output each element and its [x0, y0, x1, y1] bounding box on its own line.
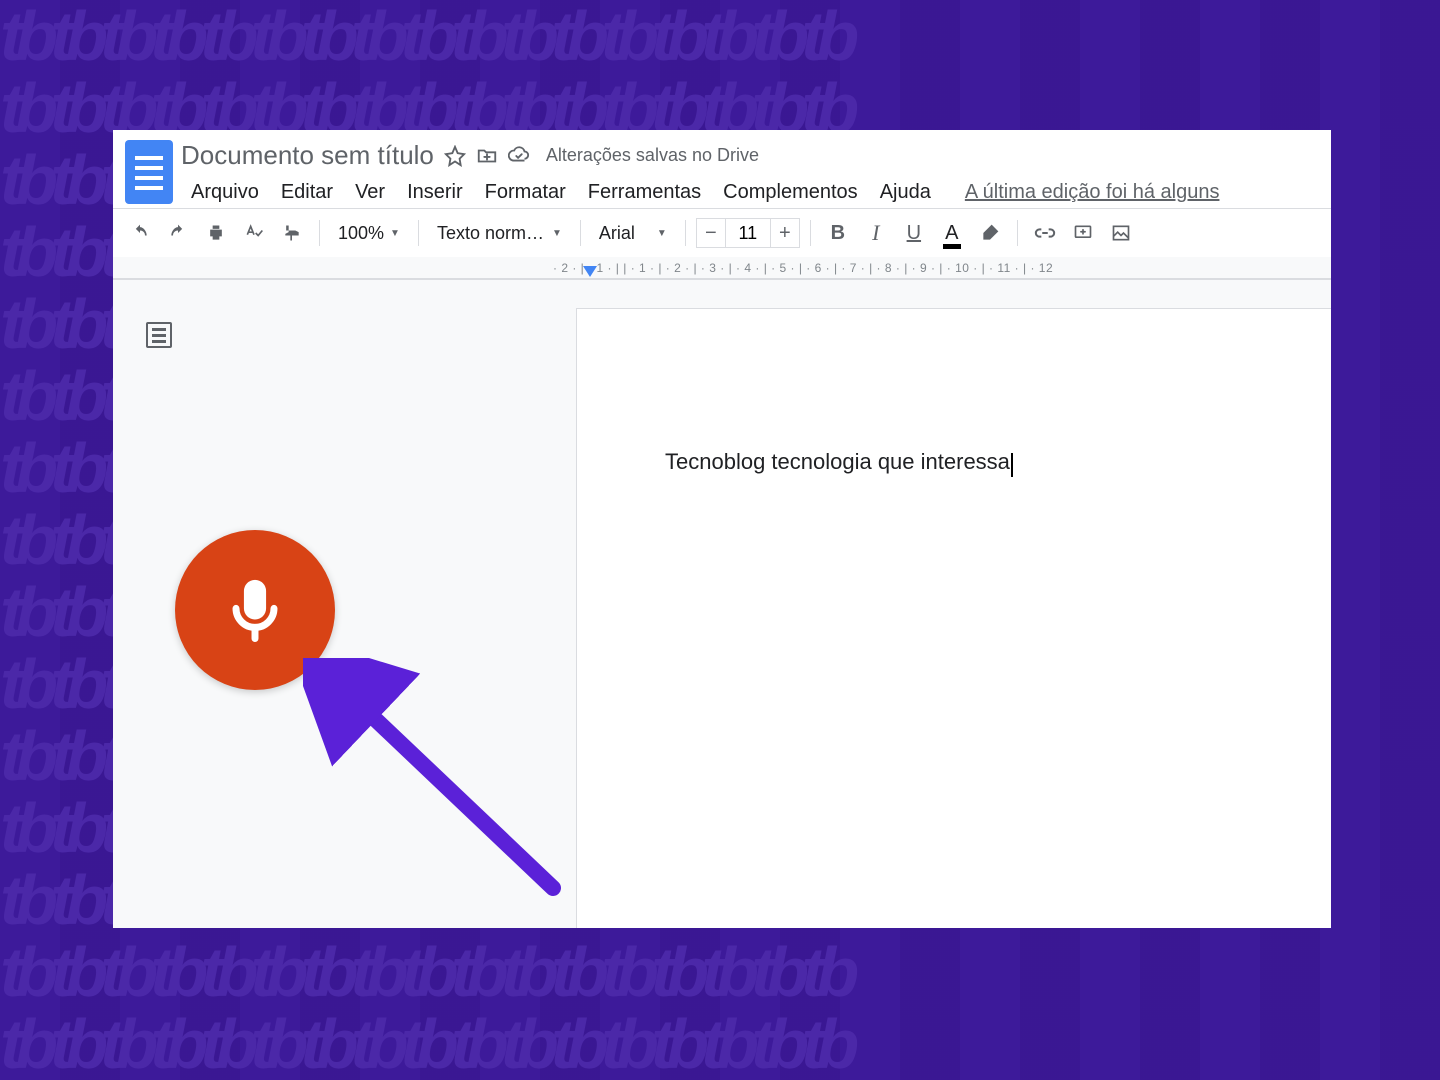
undo-button[interactable]: [123, 216, 157, 250]
menu-help[interactable]: Ajuda: [870, 177, 941, 208]
menu-format[interactable]: Formatar: [475, 177, 576, 208]
menu-insert[interactable]: Inserir: [397, 177, 473, 208]
toolbar: 100% ▼ Texto norm… ▼ Arial ▼ − + B I U: [113, 209, 1331, 257]
document-text[interactable]: Tecnoblog tecnologia que interessa: [665, 449, 1010, 474]
font-size-decrease[interactable]: −: [696, 218, 726, 248]
menu-file[interactable]: Arquivo: [181, 177, 269, 208]
font-family-select[interactable]: Arial ▼: [591, 223, 675, 244]
microphone-icon: [217, 572, 293, 648]
font-size-control: − +: [696, 218, 800, 248]
last-edit-link[interactable]: A última edição foi há alguns: [965, 181, 1220, 204]
highlight-color-button[interactable]: [973, 216, 1007, 250]
caret-down-icon: ▼: [552, 228, 562, 239]
font-family-label: Arial: [599, 223, 635, 244]
cloud-saved-icon[interactable]: [508, 145, 530, 167]
header-center: Documento sem título Alterações salvas n…: [181, 140, 1323, 208]
redo-button[interactable]: [161, 216, 195, 250]
workspace: Tecnoblog tecnologia que interessa: [113, 280, 1331, 928]
add-comment-button[interactable]: [1066, 216, 1100, 250]
menu-tools[interactable]: Ferramentas: [578, 177, 711, 208]
save-status: Alterações salvas no Drive: [546, 145, 759, 166]
menu-view[interactable]: Ver: [345, 177, 395, 208]
caret-down-icon: ▼: [657, 228, 667, 239]
indent-marker-icon[interactable]: [583, 266, 597, 277]
annotation-arrow-icon: [303, 658, 583, 928]
document-title[interactable]: Documento sem título: [181, 140, 434, 171]
font-size-input[interactable]: [726, 218, 770, 248]
google-docs-window: Documento sem título Alterações salvas n…: [113, 130, 1331, 928]
paragraph-style-select[interactable]: Texto norm… ▼: [429, 223, 570, 244]
ruler-marks: · 2 · | · 1 · | | · 1 · | · 2 · | · 3 · …: [553, 261, 1053, 275]
voice-typing-button[interactable]: [175, 530, 335, 690]
text-color-button[interactable]: A: [935, 216, 969, 250]
caret-down-icon: ▼: [390, 228, 400, 239]
separator: [418, 220, 419, 246]
separator: [580, 220, 581, 246]
insert-link-button[interactable]: [1028, 216, 1062, 250]
text-cursor: [1011, 453, 1013, 477]
underline-button[interactable]: U: [897, 216, 931, 250]
star-icon[interactable]: [444, 145, 466, 167]
bold-button[interactable]: B: [821, 216, 855, 250]
menubar: Arquivo Editar Ver Inserir Formatar Ferr…: [181, 177, 1323, 208]
zoom-value: 100%: [338, 223, 384, 244]
document-page[interactable]: Tecnoblog tecnologia que interessa: [576, 308, 1331, 928]
insert-image-button[interactable]: [1104, 216, 1138, 250]
docs-logo-icon[interactable]: [125, 140, 173, 204]
separator: [810, 220, 811, 246]
document-outline-icon[interactable]: [146, 322, 172, 348]
separator: [319, 220, 320, 246]
separator: [1017, 220, 1018, 246]
title-row: Documento sem título Alterações salvas n…: [181, 140, 1323, 171]
move-to-folder-icon[interactable]: [476, 145, 498, 167]
horizontal-ruler[interactable]: · 2 · | · 1 · | | · 1 · | · 2 · | · 3 · …: [113, 257, 1331, 279]
toolbar-container: 100% ▼ Texto norm… ▼ Arial ▼ − + B I U: [113, 208, 1331, 280]
zoom-select[interactable]: 100% ▼: [330, 223, 408, 244]
menu-addons[interactable]: Complementos: [713, 177, 868, 208]
menu-edit[interactable]: Editar: [271, 177, 343, 208]
print-button[interactable]: [199, 216, 233, 250]
spellcheck-button[interactable]: [237, 216, 271, 250]
paragraph-style-label: Texto norm…: [437, 223, 544, 244]
italic-button[interactable]: I: [859, 216, 893, 250]
separator: [685, 220, 686, 246]
header: Documento sem título Alterações salvas n…: [113, 130, 1331, 208]
paint-format-button[interactable]: [275, 216, 309, 250]
font-size-increase[interactable]: +: [770, 218, 800, 248]
